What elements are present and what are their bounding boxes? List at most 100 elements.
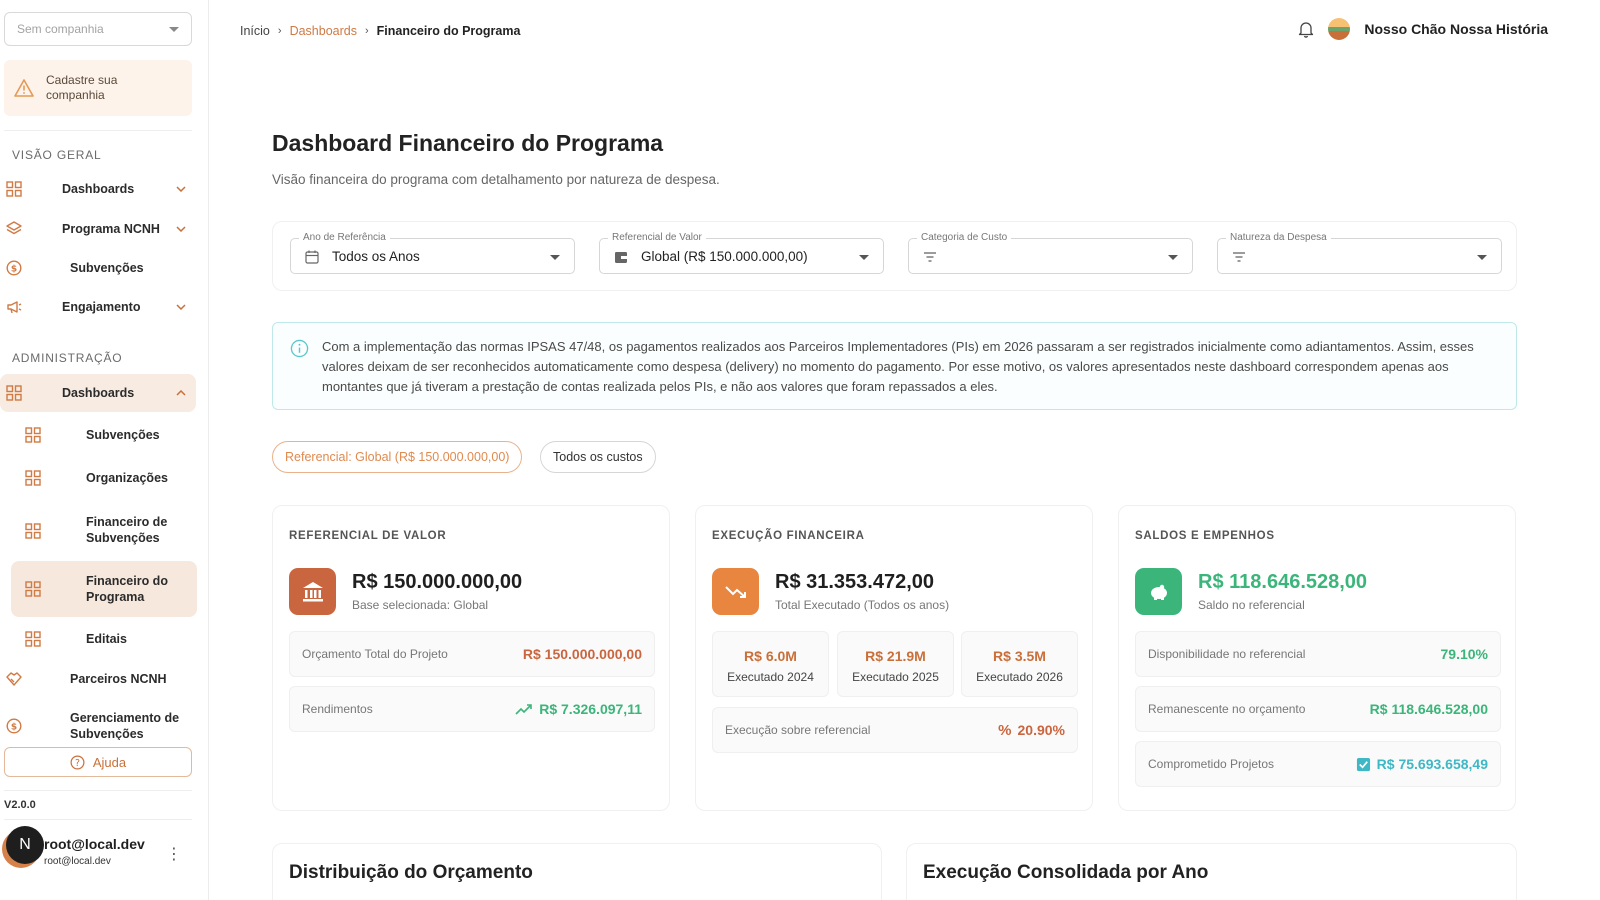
- sidebar-subitem-organizacoes[interactable]: Organizações: [11, 470, 197, 488]
- row-label: Orçamento Total do Projeto: [302, 647, 448, 661]
- sidebar-item-gerenciamento[interactable]: $ Gerenciamento de Subvenções: [0, 710, 196, 740]
- filter-natureza-despesa[interactable]: Natureza da Despesa: [1217, 232, 1502, 274]
- sidebar-item-dashboards[interactable]: Dashboards: [0, 180, 196, 198]
- trending-down-icon: [712, 568, 759, 615]
- coin-icon: $: [6, 260, 22, 276]
- sidebar-item-subvencoes[interactable]: $ Subvenções: [0, 259, 196, 277]
- filter-bar: Ano de Referência Todos os Anos Referenc…: [272, 221, 1517, 291]
- trending-up-icon: [515, 704, 533, 715]
- sidebar-item-engajamento[interactable]: Engajamento: [0, 298, 196, 316]
- chip-todos-custos[interactable]: Todos os custos: [540, 441, 656, 473]
- grid-icon: [25, 427, 41, 443]
- row-value: 20.90%: [1017, 722, 1065, 738]
- card-title: SALDOS E EMPENHOS: [1135, 530, 1275, 542]
- company-select[interactable]: Sem companhia: [4, 12, 192, 46]
- help-button[interactable]: ? Ajuda: [4, 747, 192, 777]
- filter-label: Natureza da Despesa: [1226, 232, 1331, 243]
- help-label: Ajuda: [92, 754, 127, 770]
- register-company-text: Cadastre sua companhia: [46, 73, 118, 102]
- divider: [4, 819, 192, 820]
- chevron-right-icon: ›: [277, 25, 282, 37]
- info-alert: Com a implementação das normas IPSAS 47/…: [272, 322, 1517, 410]
- chevron-down-icon: [176, 304, 186, 310]
- sidebar-item-label: Organizações: [86, 471, 168, 485]
- breadcrumb-current: Financeiro do Programa: [376, 24, 521, 38]
- sidebar-item-parceiros[interactable]: Parceiros NCNH: [0, 670, 196, 688]
- chevron-down-icon: [550, 255, 560, 260]
- org-name[interactable]: Nosso Chão Nossa História: [1364, 21, 1548, 37]
- chip-referencial[interactable]: Referencial: Global (R$ 150.000.000,00): [272, 441, 523, 473]
- sidebar-subitem-subvencoes[interactable]: Subvenções: [11, 427, 197, 445]
- sidebar-subitem-financeiro-programa[interactable]: Financeiro do Programa: [11, 561, 197, 617]
- calendar-icon: [305, 250, 319, 264]
- row-label: Rendimentos: [302, 702, 373, 716]
- sidebar-item-label: Gerenciamento de Subvenções: [70, 711, 180, 740]
- section-title-overview: VISÃO GERAL: [12, 148, 102, 162]
- layers-icon: [6, 221, 22, 235]
- more-vertical-icon[interactable]: ⋮: [166, 844, 182, 864]
- filter-label: Categoria de Custo: [917, 232, 1012, 243]
- row-value-wrap: % 20.90%: [998, 722, 1065, 739]
- grid-icon: [25, 470, 41, 486]
- year-box-2026: R$ 3.5M Executado 2026: [961, 631, 1078, 697]
- svg-text:$: $: [11, 265, 17, 275]
- divider: [4, 790, 192, 791]
- year-label: Executado 2025: [852, 670, 939, 684]
- sidebar-item-label: Dashboards: [62, 386, 135, 400]
- sidebar: Sem companhia Cadastre sua companhia VIS…: [0, 0, 209, 900]
- card-title: REFERENCIAL DE VALOR: [289, 530, 447, 542]
- sidebar-item-label: Engajamento: [62, 300, 141, 314]
- sidebar-item-label: Programa NCNH: [62, 222, 160, 236]
- help-icon: ?: [70, 755, 85, 769]
- row-value: R$ 118.646.528,00: [1369, 701, 1488, 717]
- filter-referencial-valor[interactable]: Referencial de Valor Global (R$ 150.000.…: [599, 232, 884, 274]
- filter-ano-referencia[interactable]: Ano de Referência Todos os Anos: [290, 232, 575, 274]
- info-icon: [290, 339, 309, 358]
- register-company-alert[interactable]: Cadastre sua companhia: [4, 60, 192, 116]
- bell-icon[interactable]: [1298, 20, 1314, 38]
- sidebar-item-admin-dashboards[interactable]: Dashboards: [0, 374, 196, 412]
- grid-icon: [6, 385, 22, 401]
- breadcrumb-home[interactable]: Início: [240, 24, 270, 38]
- filter-categoria-custo[interactable]: Categoria de Custo: [908, 232, 1193, 274]
- chevron-down-icon: [176, 186, 186, 192]
- card-referencial-valor: REFERENCIAL DE VALOR R$ 150.000.000,00 B…: [272, 505, 670, 811]
- sidebar-item-label: Parceiros NCNH: [70, 672, 167, 686]
- percent-icon: %: [998, 721, 1012, 739]
- header-right: Nosso Chão Nossa História: [1298, 18, 1548, 40]
- year-box-2024: R$ 6.0M Executado 2024: [712, 631, 829, 697]
- app-version: V2.0.0: [4, 799, 36, 811]
- coin-icon: $: [6, 718, 22, 734]
- row-execucao-referencial: Execução sobre referencial % 20.90%: [712, 707, 1078, 753]
- execucao-value: R$ 31.353.472,00: [775, 571, 935, 593]
- megaphone-icon: [7, 301, 22, 314]
- filter-label: Ano de Referência: [299, 232, 390, 243]
- card-title: Execução Consolidada por Ano: [923, 862, 1209, 883]
- page-subtitle: Visão financeira do programa com detalha…: [272, 172, 720, 187]
- card-title: EXECUÇÃO FINANCEIRA: [712, 530, 865, 542]
- sidebar-item-programa-ncnh[interactable]: Programa NCNH: [0, 220, 196, 238]
- year-label: Executado 2026: [976, 670, 1063, 684]
- user-profile[interactable]: N root@local.dev root@local.dev ⋮: [4, 826, 194, 870]
- sidebar-subitem-financeiro-subvencoes[interactable]: Financeiro de Subvenções: [11, 514, 197, 548]
- breadcrumb-dashboards[interactable]: Dashboards: [290, 24, 357, 38]
- divider: [4, 130, 192, 131]
- sidebar-item-label: Subvenções: [86, 428, 160, 442]
- row-value: R$ 75.693.658,49: [1376, 756, 1488, 772]
- card-execucao-consolidada: Execução Consolidada por Ano: [906, 843, 1517, 900]
- card-title: Distribuição do Orçamento: [289, 862, 533, 883]
- row-value: R$ 7.326.097,11: [539, 701, 642, 717]
- row-remanescente: Remanescente no orçamento R$ 118.646.528…: [1135, 686, 1501, 732]
- row-value-wrap: R$ 7.326.097,11: [515, 701, 642, 717]
- card-saldos-empenhos: SALDOS E EMPENHOS R$ 118.646.528,00 Sald…: [1118, 505, 1516, 811]
- chevron-right-icon: ›: [364, 25, 369, 37]
- sidebar-subitem-editais[interactable]: Editais: [11, 631, 197, 649]
- page-title: Dashboard Financeiro do Programa: [272, 130, 664, 156]
- row-value: 79.10%: [1440, 646, 1488, 662]
- saldo-value: R$ 118.646.528,00: [1198, 571, 1368, 593]
- sidebar-item-label: Dashboards: [62, 182, 135, 196]
- year-value: R$ 3.5M: [993, 648, 1046, 664]
- section-title-admin: ADMINISTRAÇÃO: [12, 351, 123, 365]
- svg-text:$: $: [11, 723, 17, 733]
- row-disponibilidade: Disponibilidade no referencial 79.10%: [1135, 631, 1501, 677]
